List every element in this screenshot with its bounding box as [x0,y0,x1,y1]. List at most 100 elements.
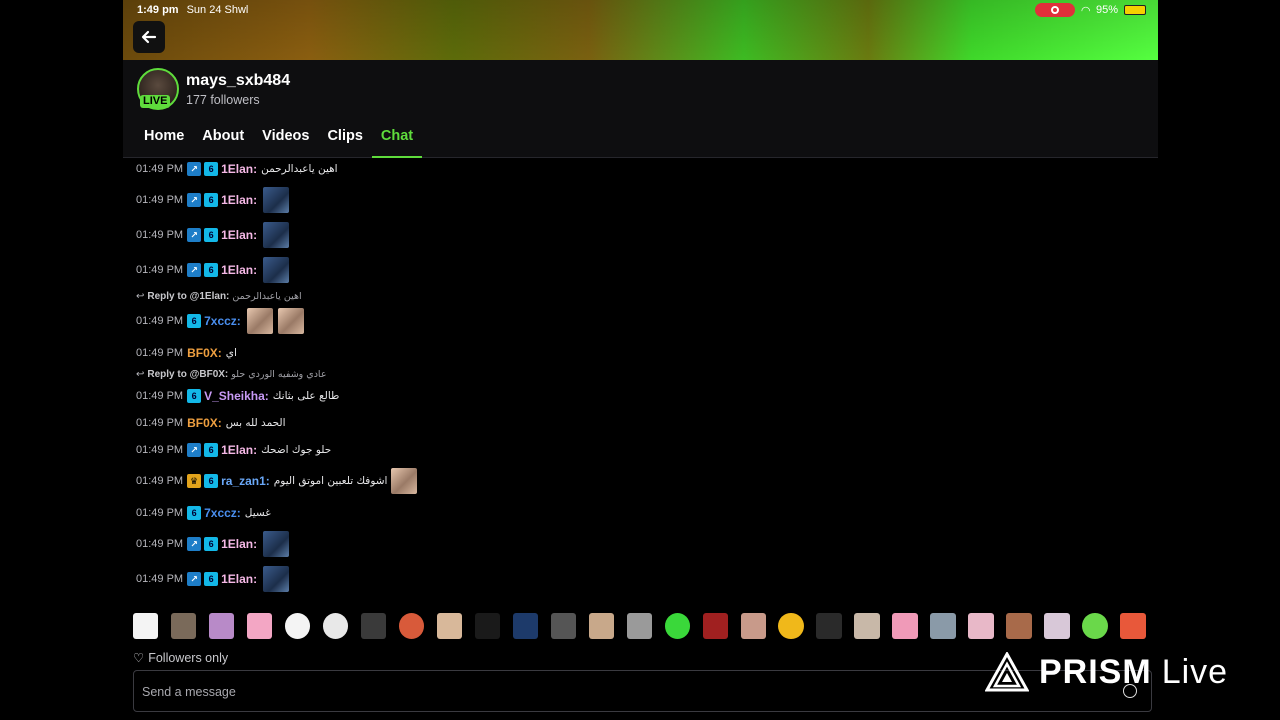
chat-username[interactable]: V_Sheikha: [204,389,269,403]
chat-username[interactable]: 7xccz: [204,314,241,328]
chat-emote-image [263,187,290,213]
message-time: 01:49 PM [136,573,184,585]
emote-button[interactable] [778,613,804,639]
emote-button[interactable] [1120,613,1146,639]
moderator-badge-icon: ↗ [187,193,202,207]
crown-badge-icon: ♛ [187,474,202,488]
chat-message: 01:49 PM ♛ 6 ra_zan1: اشوفك تلعبين اموتق… [136,468,418,494]
chat-message: 01:49 PM ↗ 6 1Elan: [136,187,290,213]
status-bar-time: 1:49 pm Sun 24 Shwl [137,4,249,16]
chat-username[interactable]: BF0X: [187,416,222,430]
subscriber-badge-icon: 6 [187,389,202,403]
chat-emote-image [263,222,290,248]
reply-text: عادي وشفيه الوردي حلو [231,369,327,380]
chat-username[interactable]: 7xccz: [204,506,241,520]
chat-message: 01:49 PM ↗ 6 1Elan: [136,531,290,557]
emote-button[interactable] [588,613,614,639]
wifi-icon: ◜◝ [1081,4,1090,17]
emote-button[interactable] [550,613,577,639]
emote-button[interactable] [512,613,539,639]
emote-button[interactable] [930,613,956,639]
reply-context[interactable]: ↩ Reply to @BF0X: عادي وشفيه الوردي حلو [136,369,327,380]
channel-username[interactable]: mays_sxb484 [186,72,290,90]
tab-home[interactable]: Home [135,128,193,158]
chat-message: 01:49 PM BF0X: الحمد لله بس [136,416,286,430]
emote-button[interactable] [626,613,652,639]
tab-chat[interactable]: Chat [371,128,423,158]
watermark-brand: PRISM [1039,652,1152,691]
chat-username[interactable]: 1Elan: [221,162,257,176]
chat-username[interactable]: ra_zan1: [221,474,270,488]
battery-icon [1124,5,1146,15]
tab-about[interactable]: About [193,128,253,158]
chat-username[interactable]: 1Elan: [221,537,257,551]
chat-username[interactable]: 1Elan: [221,443,257,457]
subscriber-badge-icon: 6 [187,506,202,520]
chat-message: 01:49 PM ↗ 6 1Elan: حلو جوك اضحك [136,443,331,457]
message-time: 01:49 PM [136,264,184,276]
emote-button[interactable] [284,613,311,639]
tab-clips[interactable]: Clips [318,128,371,158]
emote-button[interactable] [436,613,463,639]
reply-label: Reply to @BF0X: [147,369,229,380]
emote-button[interactable] [208,613,235,639]
reply-arrow-icon: ↩ [136,291,145,302]
chat-username[interactable]: 1Elan: [221,193,257,207]
live-badge: LIVE [140,95,171,108]
emote-button[interactable] [664,613,690,639]
emote-button[interactable] [892,613,918,639]
chat-message: 01:49 PM 6 V_Sheikha: طالع على بثانك [136,389,339,403]
message-time: 01:49 PM [136,475,184,487]
emote-button[interactable] [360,613,387,639]
chat-message: 01:49 PM ↗ 6 1Elan: [136,566,290,592]
reply-label: Reply to @1Elan: [147,291,230,302]
channel-header: LIVE mays_sxb484 177 followers Home Abou… [123,60,1158,158]
message-time: 01:49 PM [136,417,184,429]
emote-button[interactable] [740,613,766,639]
emote-button[interactable] [246,613,273,639]
reply-context[interactable]: ↩ Reply to @1Elan: اهين ياعبدالرحمن [136,291,302,302]
app-screen: 1:49 pm Sun 24 Shwl ◜◝ 95% LIVE mays_sxb4… [123,0,1158,720]
tab-videos[interactable]: Videos [253,128,318,158]
subscriber-badge-icon: 6 [204,537,219,551]
emote-button[interactable] [170,613,197,639]
emote-button[interactable] [1082,613,1108,639]
chat-list[interactable]: 01:49 PM ↗ 6 1Elan: اهين ياعبدالرحمن 01:… [123,158,1158,603]
emote-button[interactable] [702,613,728,639]
emote-button[interactable] [474,613,501,639]
message-time: 01:49 PM [136,538,184,550]
heart-icon: ♡ [133,651,145,665]
emote-bar[interactable] [123,608,1158,644]
emote-button[interactable] [968,613,994,639]
moderator-badge-icon: ↗ [187,263,202,277]
followers-only-text: Followers only [148,650,229,665]
chat-message: 01:49 PM 6 7xccz: غسيل [136,506,271,520]
reply-text: اهين ياعبدالرحمن [232,291,302,302]
chat-username[interactable]: 1Elan: [221,228,257,242]
emote-button[interactable] [322,613,349,639]
subscriber-badge-icon: 6 [204,474,219,488]
prism-live-watermark: PRISM Live [985,652,1228,692]
emote-button[interactable] [398,613,425,639]
chat-username[interactable]: 1Elan: [221,263,257,277]
chat-message: 01:49 PM BF0X: اي [136,346,237,360]
subscriber-badge-icon: 6 [204,162,219,176]
chat-message: 01:49 PM ↗ 6 1Elan: اهين ياعبدالرحمن [136,162,338,176]
subscriber-badge-icon: 6 [204,443,219,457]
message-text: اهين ياعبدالرحمن [261,163,338,175]
chat-message: 01:49 PM ↗ 6 1Elan: [136,257,290,283]
message-text: الحمد لله بس [225,417,286,429]
emote-button[interactable] [133,613,159,639]
moderator-badge-icon: ↗ [187,443,202,457]
emote-button[interactable] [1006,613,1032,639]
chat-username[interactable]: BF0X: [187,346,222,360]
emote-button[interactable] [854,613,880,639]
back-button[interactable] [133,21,165,53]
chat-username[interactable]: 1Elan: [221,572,257,586]
emote-button[interactable] [1044,613,1070,639]
emote-button[interactable] [816,613,842,639]
status-bar-right: ◜◝ 95% [1035,3,1146,17]
chat-emote-image [391,468,418,494]
moderator-badge-icon: ↗ [187,228,202,242]
moderator-badge-icon: ↗ [187,572,202,586]
